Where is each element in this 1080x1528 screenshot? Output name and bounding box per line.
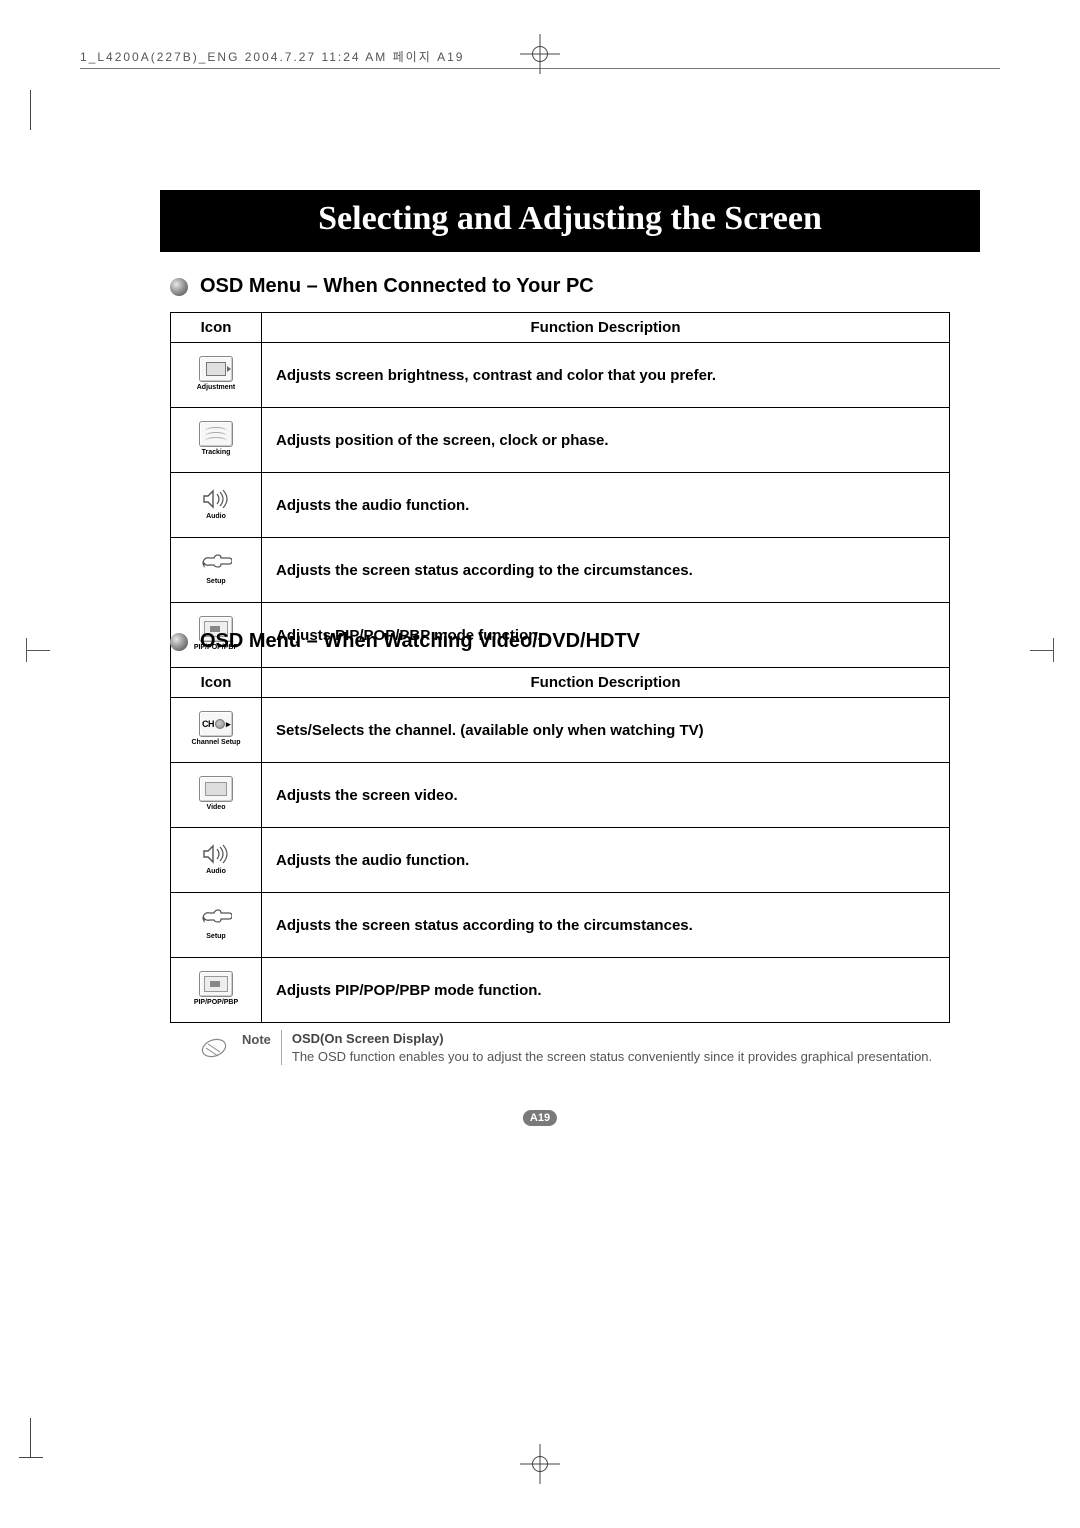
- col-desc-header: Function Description: [262, 313, 950, 343]
- icon-cell-video: Video: [171, 763, 262, 828]
- crop-corner-bottom-left: [30, 1418, 71, 1458]
- table-row: Setup Adjusts the screen status accordin…: [171, 893, 950, 958]
- crop-tick-left: [26, 650, 50, 651]
- manual-page: 1_L4200A(227B)_ENG 2004.7.27 11:24 AM 페이…: [0, 0, 1080, 1528]
- bullet-icon: [170, 278, 188, 296]
- icon-label: Audio: [200, 868, 232, 875]
- icon-label: Channel Setup: [191, 739, 240, 746]
- remote-icon: [200, 1030, 236, 1063]
- icon-label: Tracking: [199, 449, 233, 456]
- page-number-badge: A19: [523, 1110, 557, 1126]
- adjustment-icon: [199, 356, 233, 382]
- table-row: Adjustment Adjusts screen brightness, co…: [171, 343, 950, 408]
- icon-label: Audio: [200, 513, 232, 520]
- desc-cell: Adjusts the audio function.: [262, 473, 950, 538]
- col-desc-header: Function Description: [262, 668, 950, 698]
- desc-cell: Adjusts screen brightness, contrast and …: [262, 343, 950, 408]
- desc-cell: Adjusts the screen status according to t…: [262, 538, 950, 603]
- pointing-hand-icon: [200, 552, 232, 576]
- note-body: OSD(On Screen Display) The OSD function …: [281, 1030, 950, 1065]
- icon-label: Setup: [200, 933, 232, 940]
- icon-cell-audio: Audio: [171, 828, 262, 893]
- crop-tick-right: [1030, 650, 1054, 651]
- icon-cell-adjustment: Adjustment: [171, 343, 262, 408]
- video-icon: [199, 776, 233, 802]
- table-header-row: Icon Function Description: [171, 668, 950, 698]
- desc-cell: Adjusts PIP/POP/PBP mode function.: [262, 958, 950, 1023]
- table-row: Audio Adjusts the audio function.: [171, 828, 950, 893]
- speaker-icon: [200, 842, 232, 866]
- pip-icon: [199, 971, 233, 997]
- table-row: CH▸ Channel Setup Sets/Selects the chann…: [171, 698, 950, 763]
- table-row: Setup Adjusts the screen status accordin…: [171, 538, 950, 603]
- icon-label: Video: [199, 804, 233, 811]
- icon-label: Setup: [200, 578, 232, 585]
- icon-cell-tracking: Tracking: [171, 408, 262, 473]
- section-heading-text: OSD Menu – When Connected to Your PC: [200, 275, 594, 298]
- note-block: Note OSD(On Screen Display) The OSD func…: [200, 1030, 950, 1065]
- channel-icon: CH▸: [199, 711, 233, 737]
- osd-table-pc: Icon Function Description Adjustment Adj…: [170, 312, 950, 668]
- desc-cell: Adjusts the screen video.: [262, 763, 950, 828]
- tracking-icon: [199, 421, 233, 447]
- table-header-row: Icon Function Description: [171, 313, 950, 343]
- print-meta-header: 1_L4200A(227B)_ENG 2004.7.27 11:24 AM 페이…: [80, 48, 464, 65]
- bullet-icon: [170, 633, 188, 651]
- table-row: Tracking Adjusts position of the screen,…: [171, 408, 950, 473]
- desc-cell: Adjusts the screen status according to t…: [262, 893, 950, 958]
- icon-cell-audio: Audio: [171, 473, 262, 538]
- col-icon-header: Icon: [171, 668, 262, 698]
- section-heading: OSD Menu – When Watching Video/DVD/HDTV: [170, 630, 950, 653]
- pointing-hand-icon: [200, 907, 232, 931]
- icon-cell-pip: PIP/POP/PBP: [171, 958, 262, 1023]
- desc-cell: Sets/Selects the channel. (available onl…: [262, 698, 950, 763]
- osd-table-video: Icon Function Description CH▸ Channel Se…: [170, 667, 950, 1023]
- icon-label: PIP/POP/PBP: [194, 999, 238, 1006]
- table-row: PIP/POP/PBP Adjusts PIP/POP/PBP mode fun…: [171, 958, 950, 1023]
- icon-cell-setup: Setup: [171, 538, 262, 603]
- section-heading-text: OSD Menu – When Watching Video/DVD/HDTV: [200, 630, 640, 653]
- page-title: Selecting and Adjusting the Screen: [160, 190, 980, 252]
- registration-mark-top: [526, 40, 554, 68]
- speaker-icon: [200, 487, 232, 511]
- table-row: Video Adjusts the screen video.: [171, 763, 950, 828]
- note-label: Note: [242, 1030, 271, 1047]
- note-title: OSD(On Screen Display): [292, 1031, 444, 1046]
- desc-cell: Adjusts the audio function.: [262, 828, 950, 893]
- icon-cell-channel: CH▸ Channel Setup: [171, 698, 262, 763]
- desc-cell: Adjusts position of the screen, clock or…: [262, 408, 950, 473]
- registration-mark-bottom: [526, 1450, 554, 1478]
- section-osd-video: OSD Menu – When Watching Video/DVD/HDTV …: [170, 630, 950, 1023]
- section-heading: OSD Menu – When Connected to Your PC: [170, 275, 950, 298]
- icon-label: Adjustment: [197, 384, 236, 391]
- table-row: Audio Adjusts the audio function.: [171, 473, 950, 538]
- col-icon-header: Icon: [171, 313, 262, 343]
- icon-cell-setup: Setup: [171, 893, 262, 958]
- section-osd-pc: OSD Menu – When Connected to Your PC Ico…: [170, 275, 950, 668]
- note-text: The OSD function enables you to adjust t…: [292, 1049, 932, 1064]
- crop-corner-top-left: [30, 90, 71, 130]
